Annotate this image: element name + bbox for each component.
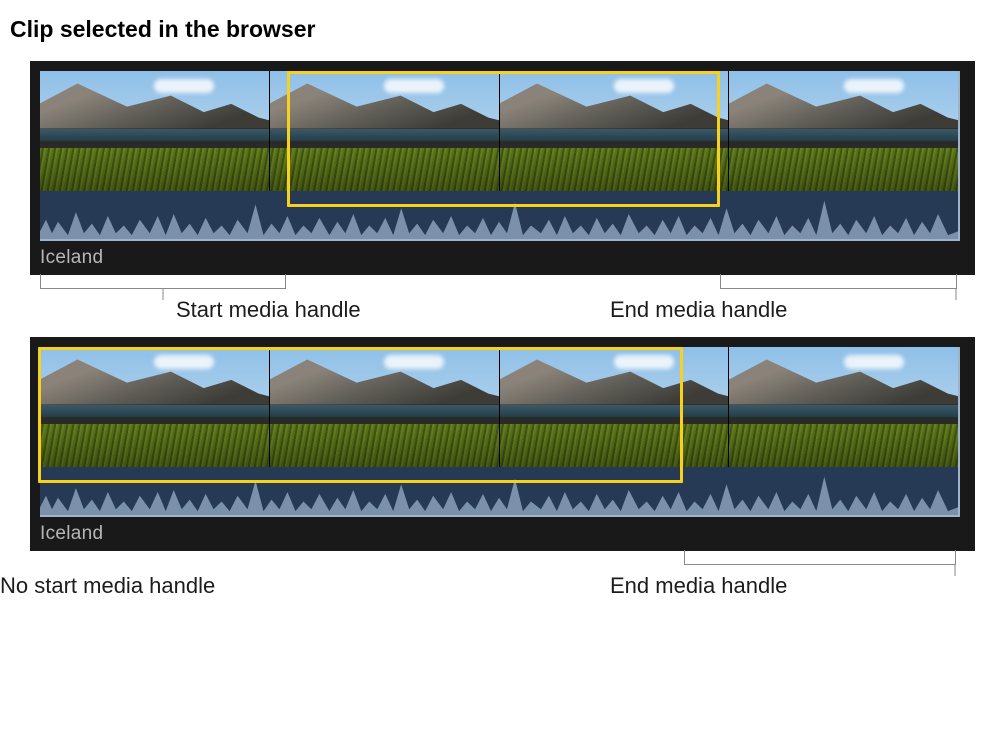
- start-handle-bracket: [40, 275, 286, 289]
- clip-thumbnail: [729, 347, 958, 467]
- end-handle-label: End media handle: [610, 297, 787, 323]
- clip-thumbnail: [40, 347, 270, 467]
- clip-thumbnail: [40, 71, 270, 191]
- end-handle-bracket: [720, 275, 957, 289]
- clip-filmstrip[interactable]: [40, 347, 960, 467]
- start-handle-label: Start media handle: [176, 297, 361, 323]
- clip-thumbnail: [500, 71, 730, 191]
- audio-waveform: [40, 191, 960, 241]
- end-handle-label-2: End media handle: [610, 573, 787, 599]
- clip-name-label: Iceland: [40, 523, 965, 545]
- clip-filmstrip[interactable]: [40, 71, 960, 191]
- clip-thumbnail: [270, 347, 500, 467]
- page-title: Clip selected in the browser: [10, 16, 990, 43]
- clip-name-label: Iceland: [40, 247, 965, 269]
- annotation-row-1: Start media handle End media handle: [30, 275, 975, 315]
- audio-waveform: [40, 467, 960, 517]
- browser-panel-2: Iceland: [30, 337, 975, 551]
- end-handle-bracket: [684, 551, 956, 565]
- annotation-row-2: No start media handle End media handle: [0, 551, 975, 597]
- no-start-handle-label: No start media handle: [0, 573, 215, 599]
- clip-thumbnail: [500, 347, 730, 467]
- clip-thumbnail: [729, 71, 958, 191]
- browser-panel-1: Iceland: [30, 61, 975, 275]
- clip-thumbnail: [270, 71, 500, 191]
